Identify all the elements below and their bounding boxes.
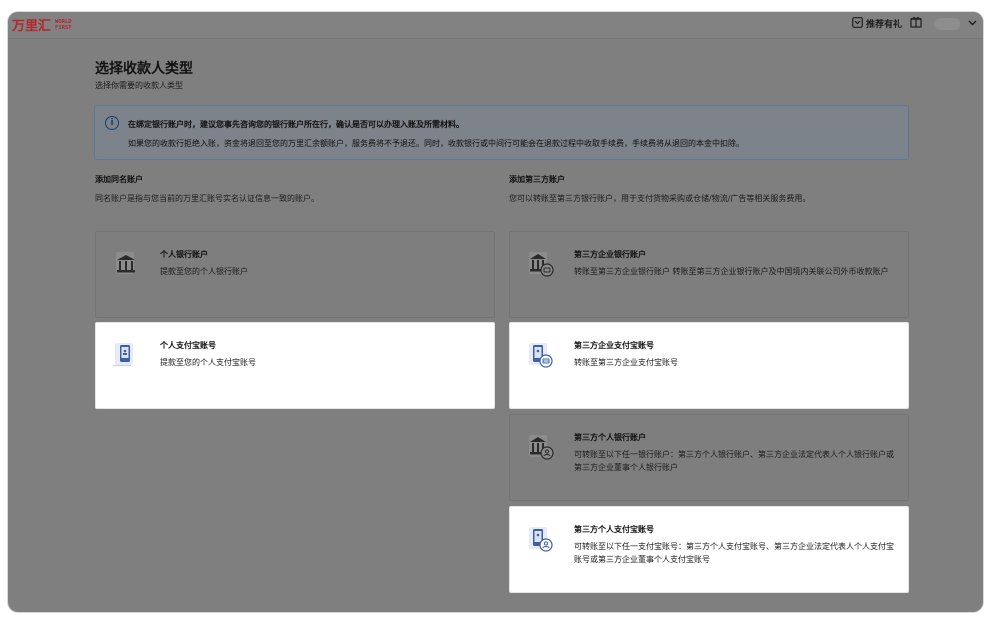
logo-text-en: WORLD FIRST	[55, 19, 72, 31]
chevron-down-icon[interactable]	[968, 19, 977, 29]
card-desc: 提款至您的个人银行账户	[160, 267, 248, 276]
corporate-phone-icon	[525, 340, 555, 370]
card-desc: 转账至第三方企业支付宝账号	[574, 358, 678, 367]
page-title: 选择收款人类型	[95, 61, 193, 77]
user-avatar[interactable]	[934, 17, 960, 30]
phone-account-icon	[111, 340, 141, 370]
card-third-party-personal-bank-account[interactable]: 第三方个人银行账户 可转账至以下任一银行账户：第三方个人银行账户、第三方企业法定…	[509, 414, 909, 501]
same-name-section-title: 添加同名账户	[95, 175, 143, 184]
card-desc: 转账至第三方企业银行账户 转账至第三方企业银行账户及中国境内关联公司外币收款账户	[574, 267, 889, 276]
page-subtitle: 选择你需要的收款人类型	[95, 81, 183, 90]
top-bar: 万里汇 WORLD FIRST 推荐有礼	[8, 12, 983, 39]
third-party-section-desc: 您可以转账至第三方银行账户，用于支付货物采购或仓储/物流/广告等相关服务费用。	[509, 194, 811, 203]
card-title: 个人银行账户	[160, 250, 208, 259]
card-title: 第三方个人支付宝账号	[574, 525, 654, 534]
info-icon: i	[105, 116, 119, 130]
card-personal-alipay-account[interactable]: 个人支付宝账号 提款至您的个人支付宝账号	[95, 322, 495, 409]
card-third-party-corporate-bank-account[interactable]: 第三方企业银行账户 转账至第三方企业银行账户 转账至第三方企业银行账户及中国境内…	[509, 231, 909, 318]
card-personal-bank-account[interactable]: 个人银行账户 提款至您的个人银行账户	[95, 231, 495, 318]
card-title: 个人支付宝账号	[160, 341, 216, 350]
card-desc: 可转账至以下任一银行账户：第三方个人银行账户、第三方企业法定代表人个人银行账户或…	[574, 450, 894, 472]
gift-icon[interactable]	[910, 16, 922, 31]
same-name-section-desc: 同名账户是指与您当前的万里汇账号实名认证信息一致的账户。	[95, 194, 319, 203]
bank-icon	[111, 249, 141, 279]
card-desc: 提款至您的个人支付宝账号	[160, 358, 256, 367]
brand-logo[interactable]: 万里汇 WORLD FIRST	[12, 15, 72, 35]
card-title: 第三方企业支付宝账号	[574, 341, 654, 350]
card-desc: 可转账至以下任一支付宝账号：第三方个人支付宝账号、第三方企业法定代表人个人支付宝…	[574, 542, 894, 564]
top-right-actions: 推荐有礼	[852, 16, 977, 31]
corporate-bank-icon	[525, 249, 555, 279]
card-third-party-personal-alipay-account[interactable]: 第三方个人支付宝账号 可转账至以下任一支付宝账号：第三方个人支付宝账号、第三方企…	[509, 506, 909, 593]
card-title: 第三方个人银行账户	[574, 433, 646, 442]
main-content: 选择收款人类型 选择你需要的收款人类型 i 在绑定银行账户时，建议您事先咨询您的…	[8, 40, 983, 612]
card-title: 第三方企业银行账户	[574, 250, 646, 259]
notice-line-2: 如果您的收款行拒绝入账，资金将退回至您的万里汇余额账户，服务费将不予退还。同时，…	[128, 139, 744, 148]
card-third-party-corporate-alipay-account[interactable]: 第三方企业支付宝账号 转账至第三方企业支付宝账号	[509, 322, 909, 409]
personal-phone-icon	[525, 524, 555, 554]
third-party-section-title: 添加第三方账户	[509, 175, 565, 184]
personal-bank-icon	[525, 432, 555, 462]
notice-line-1: 在绑定银行账户时，建议您事先咨询您的银行账户所在行，确认是否可以办理入账及所需材…	[128, 120, 464, 129]
logo-text-cn: 万里汇	[12, 19, 52, 34]
gift-box-icon	[852, 16, 863, 31]
notice-banner: i 在绑定银行账户时，建议您事先咨询您的银行账户所在行，确认是否可以办理入账及所…	[94, 105, 909, 160]
logo-text-en-line2: FIRST	[55, 24, 72, 31]
refer-label: 推荐有礼	[865, 20, 902, 30]
refer-button[interactable]: 推荐有礼	[852, 16, 902, 31]
app-window: 万里汇 WORLD FIRST 推荐有礼 选择收款人类型 选择你需要的收款人类型…	[8, 12, 983, 612]
